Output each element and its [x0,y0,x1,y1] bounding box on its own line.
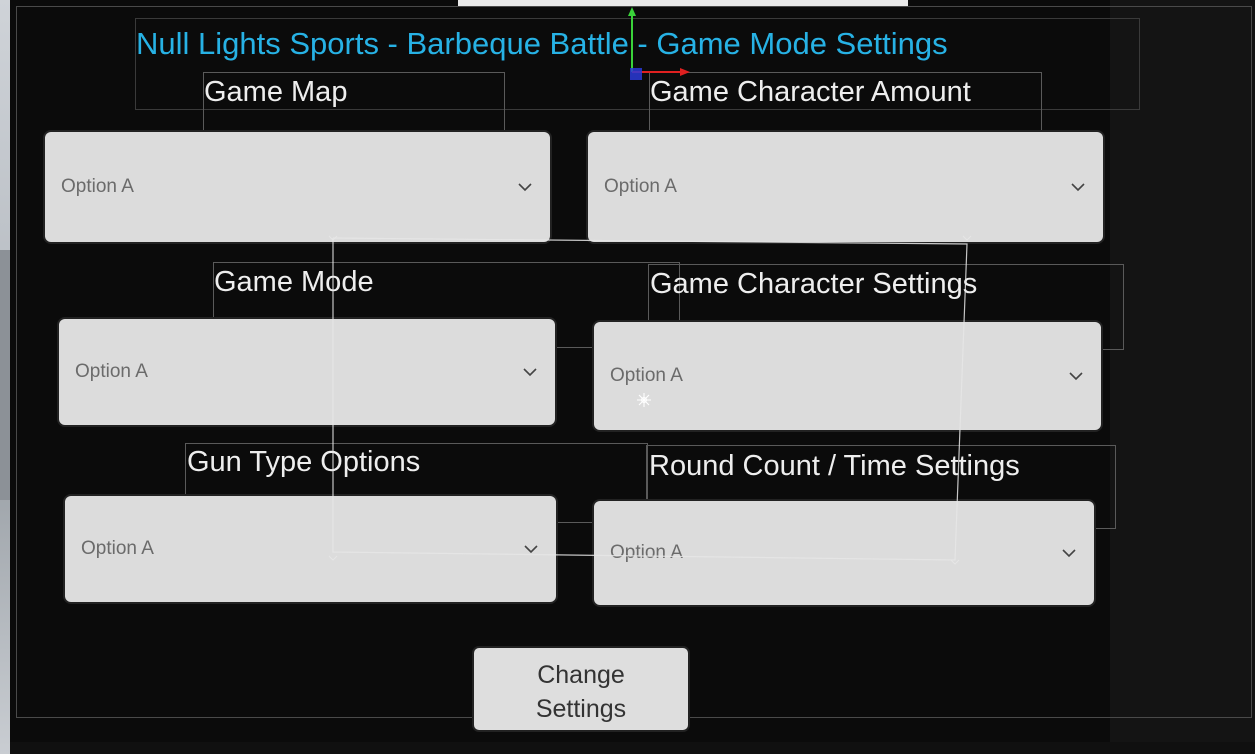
chevron-down-icon [1071,183,1085,192]
chevron-down-icon [1062,549,1076,558]
dropdown-selected-value: Option A [610,542,683,563]
editor-scene-shade [0,250,10,500]
game-map-dropdown[interactable]: Option A [45,132,550,242]
dropdown-selected-value: Option A [610,365,683,386]
game-character-amount-label: Game Character Amount [650,76,971,108]
dropdown-selected-value: Option A [75,361,148,382]
gun-type-options-label: Gun Type Options [187,446,421,478]
chevron-down-icon [524,545,538,554]
game-mode-label: Game Mode [214,266,374,298]
panel-bottom-edge [10,742,1255,754]
game-character-settings-label: Game Character Settings [650,268,978,300]
game-map-label: Game Map [204,76,348,108]
round-count-time-settings-label: Round Count / Time Settings [649,450,1020,482]
change-settings-button[interactable]: Change Settings [474,648,688,730]
gun-type-options-dropdown[interactable]: Option A [65,496,556,602]
dropdown-selected-value: Option A [81,538,154,559]
game-mode-dropdown[interactable]: Option A [59,319,555,425]
change-settings-label-line1: Change [537,660,625,689]
chevron-down-icon [518,183,532,192]
chevron-down-icon [523,368,537,377]
editor-toolbar-edge [458,0,908,6]
round-count-time-settings-dropdown[interactable]: Option A [594,501,1094,605]
change-settings-label-line2: Settings [535,694,627,723]
game-character-amount-dropdown[interactable]: Option A [588,132,1103,242]
game-character-settings-dropdown[interactable]: Option A [594,322,1101,430]
dropdown-selected-value: Option A [604,176,677,197]
cursor-icon [637,393,651,407]
chevron-down-icon [1069,372,1083,381]
page-title: Null Lights Sports - Barbeque Battle - G… [136,26,948,61]
dropdown-selected-value: Option A [61,176,134,197]
game-settings-canvas: Null Lights Sports - Barbeque Battle - G… [0,0,1255,754]
